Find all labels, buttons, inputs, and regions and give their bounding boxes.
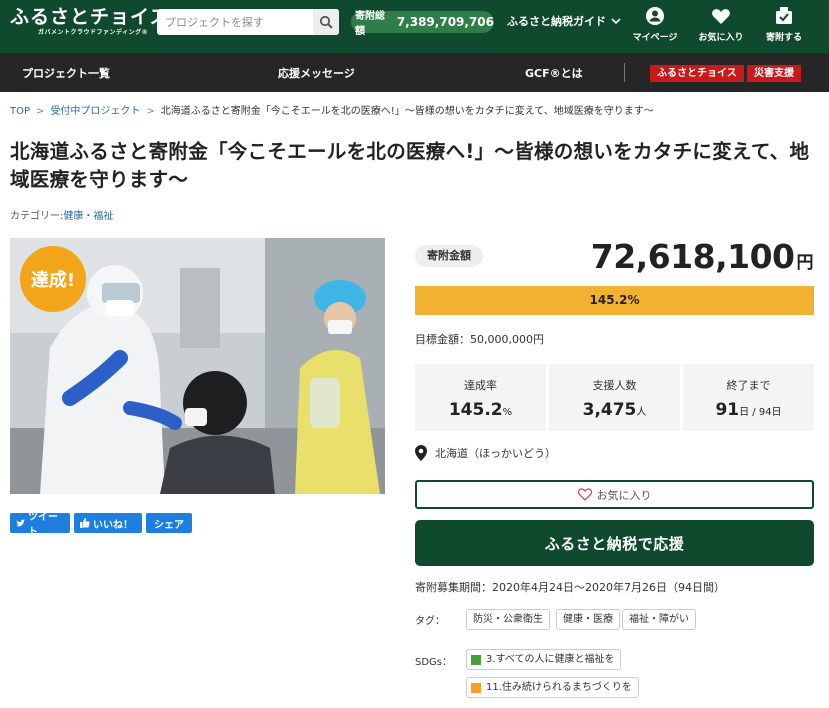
stat-unit: % [502, 407, 513, 418]
stat-label: 支援人数 [592, 379, 637, 392]
chevron-down-icon [611, 17, 621, 24]
stat-supporters: 支援人数 3,475人 [549, 364, 680, 431]
amount-currency: 円 [796, 253, 814, 273]
nav-favorites-label: お気に入り [698, 33, 744, 43]
stat-value-row: 145.2% [415, 400, 546, 420]
progress-text: 145.2% [589, 293, 640, 307]
furusato-guide-menu[interactable]: ふるさと納税ガイド [507, 13, 621, 29]
location-text: 北海道（ほっかいどう） [435, 447, 556, 460]
subnav-divider [624, 63, 625, 82]
subnav-messages[interactable]: 応援メッセージ [278, 65, 355, 81]
subnav-about-gcf[interactable]: GCF®とは [525, 65, 583, 81]
category-row: カテゴリー:健康・福祉 [10, 207, 113, 222]
amount-label: 寄附金額 [415, 245, 483, 267]
map-pin-icon [415, 445, 427, 461]
search-button[interactable] [313, 9, 339, 35]
add-favorite-button[interactable]: お気に入り [415, 480, 814, 509]
stat-days-remaining: 終了まで 91日 / 94日 [683, 364, 814, 431]
stat-value-row: 3,475人 [549, 400, 680, 420]
user-icon [646, 7, 664, 25]
sdg-11-icon [471, 682, 481, 693]
tag-chip[interactable]: 防災・公衆衛生 [466, 609, 550, 630]
heart-icon [712, 9, 730, 24]
stat-unit: 人 [636, 407, 647, 418]
sub-navigation: プロジェクト一覧 応援メッセージ GCF®とは ふるさとチョイス 災害支援 [0, 53, 829, 92]
achieved-badge: 達成! [20, 246, 86, 312]
total-donations-badge: 寄附総額 7,389,709,706 [351, 11, 494, 37]
donate-button[interactable]: ふるさと納税で応援 [415, 520, 814, 566]
project-photo: 達成! [10, 238, 385, 494]
sdg-label: 11.住み続けられるまちづくりを [486, 682, 632, 693]
breadcrumb-top[interactable]: TOP [10, 106, 30, 117]
tweet-button[interactable]: ツイート [10, 512, 70, 538]
sdg-item[interactable]: 11.住み続けられるまちづくりを [466, 677, 639, 698]
stat-value: 3,475 [582, 400, 637, 420]
favorite-label: お気に入り [596, 488, 652, 502]
logo-sub-text: ガバメントクラウドファンディング® [38, 29, 149, 36]
twitter-icon [16, 518, 25, 526]
goal-amount: 目標金額：50,000,000円 [415, 333, 544, 346]
donate-box-icon [776, 7, 792, 24]
total-donations-value: 7,389,709,706 [396, 15, 494, 29]
category-link[interactable]: 健康・福祉 [63, 211, 113, 222]
stat-value: 91 [715, 400, 740, 420]
guide-label: ふるさと納税ガイド [507, 15, 606, 28]
location-row: 北海道（ほっかいどう） [415, 445, 556, 461]
progress-bar: 145.2% [415, 286, 814, 315]
tweet-label: ツイート [28, 512, 58, 538]
disaster-support-link[interactable]: 災害支援 [747, 65, 801, 82]
breadcrumb-current: 北海道ふるさと寄附金「今こそエールを北の医療へ!」〜皆様の想いをカタチに変えて、… [160, 106, 654, 117]
amount-value-row: 72,618,100 円 [590, 237, 814, 276]
donation-period: 寄附募集期間：2020年4月24日〜2020年7月26日（94日間） [415, 581, 725, 594]
stat-value-row: 91日 / 94日 [683, 400, 814, 420]
sdg-3-icon [471, 654, 481, 665]
category-label: カテゴリー: [10, 211, 64, 222]
total-donations-label: 寄附総額 [355, 11, 385, 37]
furusato-choice-link[interactable]: ふるさとチョイス [650, 65, 744, 82]
page-title: 北海道ふるさと寄附金「今こそエールを北の医療へ!」〜皆様の想いをカタチに変えて、… [10, 140, 810, 191]
search-box [157, 9, 339, 35]
stat-label: 終了まで [726, 379, 771, 392]
nav-mypage-label: マイページ [632, 33, 678, 43]
share-label: シェア [154, 519, 184, 531]
stat-label: 達成率 [464, 379, 497, 392]
tag-chip[interactable]: 福祉・障がい [622, 609, 696, 630]
thumbs-up-icon [80, 518, 90, 528]
search-icon [319, 15, 333, 29]
heart-outline-icon [577, 488, 592, 501]
nav-favorites[interactable]: お気に入り [691, 6, 751, 43]
breadcrumb-active-projects[interactable]: 受付中プロジェクト [50, 106, 140, 117]
tags-label: タグ： [415, 616, 445, 627]
sdg-label: 3.すべての人に健康と福祉を [486, 654, 615, 665]
nav-donate[interactable]: 寄附する [754, 6, 814, 43]
stat-value: 145.2 [448, 400, 503, 420]
nav-mypage[interactable]: マイページ [625, 6, 685, 43]
subnav-project-list[interactable]: プロジェクト一覧 [22, 65, 110, 81]
stat-achievement-rate: 達成率 145.2% [415, 364, 546, 431]
top-header: ふるさとチョイス ガバメントクラウドファンディング® 寄附総額 7,389,70… [0, 0, 829, 53]
share-button[interactable]: シェア [146, 513, 192, 533]
like-button[interactable]: いいね！ [74, 513, 142, 533]
logo-main-text: ふるさとチョイス [10, 6, 170, 28]
tag-chip[interactable]: 健康・医療 [556, 609, 620, 630]
sdg-item[interactable]: 3.すべての人に健康と福祉を [466, 649, 622, 670]
stat-unit: 日 / 94日 [739, 407, 782, 418]
sdgs-label: SDGs： [415, 657, 453, 668]
search-input[interactable] [165, 14, 315, 30]
nav-donate-label: 寄附する [765, 33, 802, 43]
amount-value: 72,618,100 [590, 237, 795, 276]
site-logo[interactable]: ふるさとチョイス ガバメントクラウドファンディング® [10, 6, 169, 37]
like-label: いいね！ [93, 519, 133, 531]
breadcrumb: TOP > 受付中プロジェクト > 北海道ふるさと寄附金「今こそエールを北の医療へ!」〜… [10, 106, 654, 117]
